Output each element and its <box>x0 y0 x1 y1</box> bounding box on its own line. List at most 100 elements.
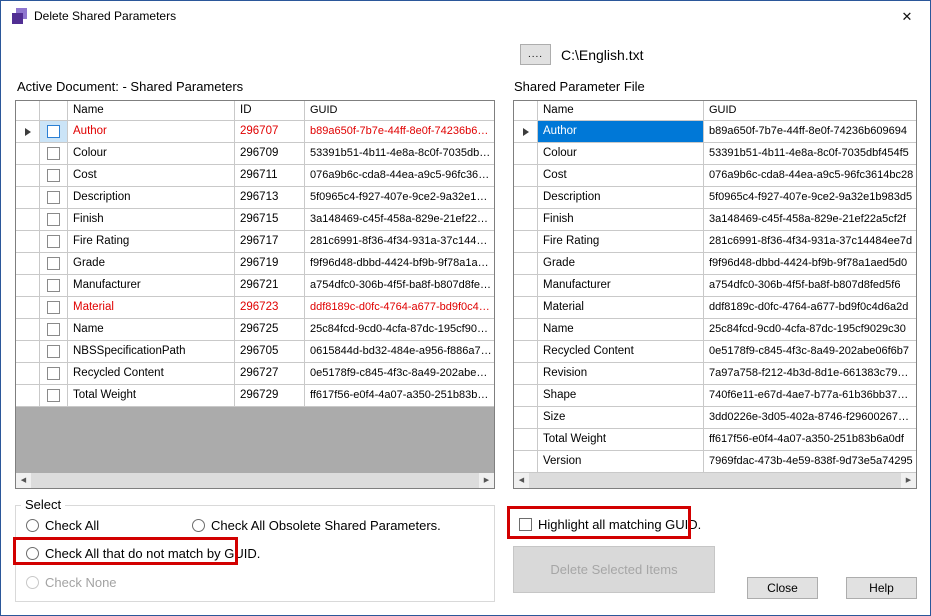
param-name-cell[interactable]: Grade <box>538 253 704 275</box>
row-select-checkbox[interactable] <box>40 165 68 187</box>
param-name-cell[interactable]: Total Weight <box>68 385 235 407</box>
param-name-cell[interactable]: Fire Rating <box>538 231 704 253</box>
help-button[interactable]: Help <box>846 577 917 599</box>
param-guid-cell[interactable]: 7969fdac-473b-4e59-838f-9d73e5a74295 <box>704 451 916 473</box>
param-id-cell[interactable]: 296713 <box>235 187 305 209</box>
param-guid-cell[interactable]: 53391b51-4b11-4e8a-8c0f-7035dbf454f5 <box>704 143 916 165</box>
param-id-cell[interactable]: 296709 <box>235 143 305 165</box>
param-guid-cell[interactable]: a754dfc0-306b-4f5f-ba8f-b807d8fed5f6 <box>704 275 916 297</box>
param-guid-cell[interactable]: 0e5178f9-c845-4f3c-8a49-202abe06f6b7 <box>704 341 916 363</box>
param-guid-cell[interactable]: 3a148469-c45f-458a-829e-21ef22a5cf2f <box>305 209 494 231</box>
radio-check-all-obsolete[interactable]: Check All Obsolete Shared Parameters. <box>192 518 441 533</box>
param-guid-cell[interactable]: f9f96d48-dbbd-4424-bf9b-9f78a1aed5d0 <box>305 253 494 275</box>
param-id-cell[interactable]: 296719 <box>235 253 305 275</box>
param-id-cell[interactable]: 296707 <box>235 121 305 143</box>
row-select-checkbox[interactable] <box>40 121 68 143</box>
table-row[interactable]: Recycled Content 0e5178f9-c845-4f3c-8a49… <box>514 341 916 363</box>
row-select-checkbox[interactable] <box>40 385 68 407</box>
param-name-cell[interactable]: Cost <box>68 165 235 187</box>
param-id-cell[interactable]: 296711 <box>235 165 305 187</box>
param-guid-cell[interactable]: b89a650f-7b7e-44ff-8e0f-74236b609694 <box>704 121 916 143</box>
param-guid-cell[interactable]: 076a9b6c-cda8-44ea-a9c5-96fc3614bc28 <box>305 165 494 187</box>
delete-selected-items-button[interactable]: Delete Selected Items <box>513 546 715 593</box>
param-name-cell[interactable]: Recycled Content <box>68 363 235 385</box>
param-name-cell[interactable]: Material <box>68 297 235 319</box>
param-guid-cell[interactable]: 5f0965c4-f927-407e-9ce2-9a32e1b983d5 <box>305 187 494 209</box>
row-select-checkbox[interactable] <box>40 275 68 297</box>
table-row[interactable]: Cost 296711 076a9b6c-cda8-44ea-a9c5-96fc… <box>16 165 494 187</box>
param-guid-cell[interactable]: ff617f56-e0f4-4a07-a350-251b83b6a0df <box>305 385 494 407</box>
param-guid-cell[interactable]: 076a9b6c-cda8-44ea-a9c5-96fc3614bc28 <box>704 165 916 187</box>
param-guid-cell[interactable]: 3a148469-c45f-458a-829e-21ef22a5cf2f <box>704 209 916 231</box>
param-guid-cell[interactable]: 7a97a758-f212-4b3d-8d1e-661383c79e4d <box>704 363 916 385</box>
param-name-cell[interactable]: Colour <box>68 143 235 165</box>
param-name-cell[interactable]: Colour <box>538 143 704 165</box>
param-guid-cell[interactable]: 0615844d-bd32-484e-a956-f886a7e3f... <box>305 341 494 363</box>
table-row[interactable]: Grade 296719 f9f96d48-dbbd-4424-bf9b-9f7… <box>16 253 494 275</box>
table-row[interactable]: NBSSpecificationPath 296705 0615844d-bd3… <box>16 341 494 363</box>
param-name-cell[interactable]: Grade <box>68 253 235 275</box>
param-id-cell[interactable]: 296721 <box>235 275 305 297</box>
column-header-name[interactable]: Name <box>68 101 235 121</box>
param-guid-cell[interactable]: 281c6991-8f36-4f34-931a-37c14484ee7d <box>305 231 494 253</box>
table-row[interactable]: Description 296713 5f0965c4-f927-407e-9c… <box>16 187 494 209</box>
table-row[interactable]: Material 296723 ddf8189c-d0fc-4764-a677-… <box>16 297 494 319</box>
scroll-left-arrow-icon[interactable]: ◀ <box>16 473 31 488</box>
param-name-cell[interactable]: Name <box>68 319 235 341</box>
row-select-checkbox[interactable] <box>40 209 68 231</box>
param-name-cell[interactable]: Total Weight <box>538 429 704 451</box>
param-id-cell[interactable]: 296723 <box>235 297 305 319</box>
param-guid-cell[interactable]: ddf8189c-d0fc-4764-a677-bd9f0c4d6a2d <box>305 297 494 319</box>
param-name-cell[interactable]: Recycled Content <box>538 341 704 363</box>
param-guid-cell[interactable]: 25c84fcd-9cd0-4cfa-87dc-195cf9029c30 <box>305 319 494 341</box>
table-row[interactable]: Colour 53391b51-4b11-4e8a-8c0f-7035dbf45… <box>514 143 916 165</box>
table-row[interactable]: Fire Rating 281c6991-8f36-4f34-931a-37c1… <box>514 231 916 253</box>
param-guid-cell[interactable]: ddf8189c-d0fc-4764-a677-bd9f0c4d6a2d <box>704 297 916 319</box>
close-button[interactable]: Close <box>747 577 818 599</box>
table-row[interactable]: Colour 296709 53391b51-4b11-4e8a-8c0f-70… <box>16 143 494 165</box>
row-select-checkbox[interactable] <box>40 253 68 275</box>
column-header-guid[interactable]: GUID <box>305 101 494 121</box>
table-row[interactable]: Cost 076a9b6c-cda8-44ea-a9c5-96fc3614bc2… <box>514 165 916 187</box>
param-name-cell[interactable]: Manufacturer <box>68 275 235 297</box>
checkbox-column-header[interactable] <box>40 101 68 121</box>
table-row[interactable]: Version 7969fdac-473b-4e59-838f-9d73e5a7… <box>514 451 916 473</box>
param-guid-cell[interactable]: 25c84fcd-9cd0-4cfa-87dc-195cf9029c30 <box>704 319 916 341</box>
param-name-cell[interactable]: Finish <box>68 209 235 231</box>
scroll-right-arrow-icon[interactable]: ▶ <box>901 473 916 488</box>
param-id-cell[interactable]: 296729 <box>235 385 305 407</box>
param-id-cell[interactable]: 296725 <box>235 319 305 341</box>
param-id-cell[interactable]: 296715 <box>235 209 305 231</box>
param-id-cell[interactable]: 296705 <box>235 341 305 363</box>
scroll-right-arrow-icon[interactable]: ▶ <box>479 473 494 488</box>
param-guid-cell[interactable]: 53391b51-4b11-4e8a-8c0f-7035dbf454f5 <box>305 143 494 165</box>
scrollbar-thumb[interactable] <box>31 473 479 488</box>
table-row[interactable]: Manufacturer a754dfc0-306b-4f5f-ba8f-b80… <box>514 275 916 297</box>
table-row[interactable]: Total Weight ff617f56-e0f4-4a07-a350-251… <box>514 429 916 451</box>
param-guid-cell[interactable]: 740f6e11-e67d-4ae7-b77a-61b36bb37bde <box>704 385 916 407</box>
row-select-checkbox[interactable] <box>40 187 68 209</box>
radio-check-all[interactable]: Check All <box>26 518 99 533</box>
param-name-cell[interactable]: Description <box>68 187 235 209</box>
table-row[interactable]: Size 3dd0226e-3d05-402a-8746-f296002671e… <box>514 407 916 429</box>
param-name-cell[interactable]: Manufacturer <box>538 275 704 297</box>
row-select-checkbox[interactable] <box>40 319 68 341</box>
row-select-checkbox[interactable] <box>40 143 68 165</box>
param-name-cell[interactable]: Finish <box>538 209 704 231</box>
param-guid-cell[interactable]: 0e5178f9-c845-4f3c-8a49-202abe06f6b7 <box>305 363 494 385</box>
table-row[interactable]: Author b89a650f-7b7e-44ff-8e0f-74236b609… <box>514 121 916 143</box>
table-row[interactable]: Material ddf8189c-d0fc-4764-a677-bd9f0c4… <box>514 297 916 319</box>
param-id-cell[interactable]: 296727 <box>235 363 305 385</box>
table-row[interactable]: Author 296707 b89a650f-7b7e-44ff-8e0f-74… <box>16 121 494 143</box>
close-icon[interactable]: ✕ <box>884 1 930 31</box>
row-select-checkbox[interactable] <box>40 363 68 385</box>
param-name-cell[interactable]: Author <box>68 121 235 143</box>
param-name-cell[interactable]: Version <box>538 451 704 473</box>
column-header-name[interactable]: Name <box>538 101 704 121</box>
param-guid-cell[interactable]: 5f0965c4-f927-407e-9ce2-9a32e1b983d5 <box>704 187 916 209</box>
param-name-cell[interactable]: Shape <box>538 385 704 407</box>
column-header-guid[interactable]: GUID <box>704 101 916 121</box>
param-guid-cell[interactable]: b89a650f-7b7e-44ff-8e0f-74236b609694 <box>305 121 494 143</box>
param-name-cell[interactable]: Revision <box>538 363 704 385</box>
param-guid-cell[interactable]: 3dd0226e-3d05-402a-8746-f296002671e6 <box>704 407 916 429</box>
